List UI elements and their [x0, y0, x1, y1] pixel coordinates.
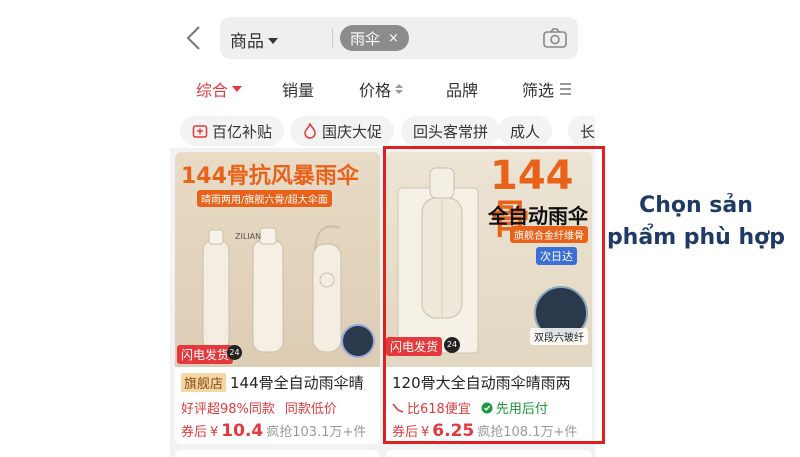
- umbrella-illustration: [202, 225, 342, 353]
- highlight-pay-later-text: 先用后付: [495, 402, 548, 417]
- tag-label: 回头客常拼: [413, 122, 489, 141]
- tag-label: 成人: [510, 122, 541, 141]
- product-card-selected[interactable]: 144骨 全自动雨伞 旗舰合金纤维骨 次日达 双段六玻纤 闪电发货 24 120…: [386, 152, 592, 444]
- tab-label: 销量: [282, 81, 315, 100]
- tab-brand[interactable]: 品牌: [446, 77, 478, 101]
- tab-label: 筛选: [522, 81, 555, 100]
- chevron-down-icon: [232, 86, 243, 92]
- tag-label: 百亿补贴: [212, 122, 273, 141]
- highlight-low-price: 同款低价: [284, 402, 337, 417]
- camera-icon[interactable]: [542, 26, 568, 50]
- delivery-hours-badge: 24: [227, 345, 242, 360]
- product-banner-title: 144骨抗风暴雨伞: [181, 164, 359, 189]
- flash-delivery-badge: 闪电发货: [177, 345, 234, 364]
- tag-subsidy[interactable]: 百亿补贴: [180, 116, 285, 146]
- check-badge-icon: [481, 402, 493, 413]
- product-card-partial[interactable]: [175, 450, 380, 457]
- product-card[interactable]: 144骨抗风暴雨伞 晴雨两用/旗舰六骨/超大伞面 ZILIAN 闪电发货 24 …: [175, 152, 380, 444]
- back-arrow-icon[interactable]: [182, 24, 204, 52]
- chevron-down-icon: [268, 37, 278, 44]
- tag-bar: 百亿补贴 国庆大促 回头客常拼 成人 长: [170, 108, 595, 148]
- tab-filter[interactable]: 筛选: [522, 77, 572, 101]
- tag-repeat-buyers[interactable]: 回头客常拼: [401, 116, 501, 146]
- query-chip-text: 雨伞: [350, 29, 381, 48]
- currency-symbol: ¥: [210, 425, 219, 440]
- highlight-rating: 好评超98%同款: [181, 402, 275, 417]
- coupon-icon: [192, 125, 208, 138]
- tag-long[interactable]: 长: [568, 116, 595, 146]
- price-prefix: 券后: [181, 425, 208, 440]
- product-banner-line2: 全自动雨伞: [488, 204, 588, 228]
- highlight-cheaper-text: 比618便宜: [407, 402, 471, 417]
- price-prefix: 券后: [392, 425, 419, 440]
- tab-comprehensive[interactable]: 综合: [196, 77, 243, 101]
- sort-updown-icon: [395, 84, 404, 94]
- product-title: 旗舰店 144骨全自动雨伞晴: [181, 372, 364, 393]
- tag-adult[interactable]: 成人: [498, 116, 553, 146]
- flash-label: 闪电发货: [181, 348, 230, 362]
- phone-screen: 商品 雨伞 × 综合 销量 价格 品牌 筛选 百亿补贴 国庆大促 回头客常拼 成…: [170, 0, 595, 457]
- query-chip[interactable]: 雨伞 ×: [340, 25, 409, 51]
- tab-label: 品牌: [446, 81, 479, 100]
- tab-price[interactable]: 价格: [359, 77, 404, 101]
- trend-down-icon: [392, 402, 404, 413]
- product-card-partial[interactable]: [386, 450, 592, 457]
- tag-label: 国庆大促: [322, 122, 383, 141]
- sold-count: 疯抢103.1万+件: [266, 425, 367, 440]
- product-brand-mark: ZILIAN: [235, 232, 262, 241]
- divider: [332, 28, 333, 48]
- highlight-cheaper: 比618便宜: [392, 398, 471, 417]
- product-title: 120骨大全自动雨伞晴雨两: [392, 372, 571, 393]
- flash-delivery-badge: 闪电发货: [386, 337, 443, 356]
- tag-national-day[interactable]: 国庆大促: [290, 116, 395, 146]
- product-price-row: 券后 ¥ 10.4 疯抢103.1万+件: [181, 421, 366, 441]
- tab-label: 综合: [196, 81, 229, 100]
- product-price-row: 券后 ¥ 6.25 疯抢108.1万+件: [392, 421, 577, 441]
- close-icon[interactable]: ×: [388, 31, 399, 46]
- flagship-badge: 旗舰店: [181, 373, 227, 392]
- price-value: 6.25: [432, 421, 475, 441]
- instruction-note: Chọn sản phẩm phù hợp: [606, 193, 786, 250]
- search-scope-dropdown[interactable]: 商品: [230, 27, 278, 52]
- product-image: 144骨抗风暴雨伞 晴雨两用/旗舰六骨/超大伞面 ZILIAN 闪电发货 24: [175, 152, 380, 367]
- product-highlights: 比618便宜 先用后付: [392, 398, 548, 417]
- price-value: 10.4: [221, 421, 264, 441]
- flame-icon: [304, 123, 316, 139]
- fiber-label: 双段六玻纤: [530, 328, 588, 345]
- product-highlights: 好评超98%同款 同款低价: [181, 398, 337, 417]
- umbrella-box-illustration: [397, 167, 479, 354]
- tab-label: 价格: [359, 81, 392, 100]
- product-banner-tag: 旗舰合金纤维骨: [510, 226, 588, 243]
- flash-label: 闪电发货: [390, 340, 439, 354]
- tag-label: 长: [580, 122, 595, 141]
- sort-bar: 综合 销量 价格 品牌 筛选: [170, 70, 595, 108]
- search-box[interactable]: 商品 雨伞 ×: [220, 17, 578, 59]
- fiber-detail-icon: [341, 324, 375, 358]
- search-scope-label: 商品: [230, 32, 264, 52]
- product-banner-subtitle: 晴雨两用/旗舰六骨/超大伞面: [197, 190, 332, 207]
- tab-sales[interactable]: 销量: [282, 77, 314, 101]
- sold-count: 疯抢108.1万+件: [477, 425, 578, 440]
- product-title-text: 144骨全自动雨伞晴: [230, 374, 364, 392]
- search-header: 商品 雨伞 ×: [170, 0, 595, 70]
- delivery-hours-badge: 24: [444, 337, 460, 353]
- next-day-badge: 次日达: [536, 247, 577, 265]
- filter-icon: [560, 83, 572, 95]
- highlight-pay-later: 先用后付: [481, 398, 548, 417]
- currency-symbol: ¥: [421, 425, 430, 440]
- product-title-text: 120骨大全自动雨伞晴雨两: [392, 374, 571, 392]
- product-image: 144骨 全自动雨伞 旗舰合金纤维骨 次日达 双段六玻纤 闪电发货 24: [386, 152, 592, 367]
